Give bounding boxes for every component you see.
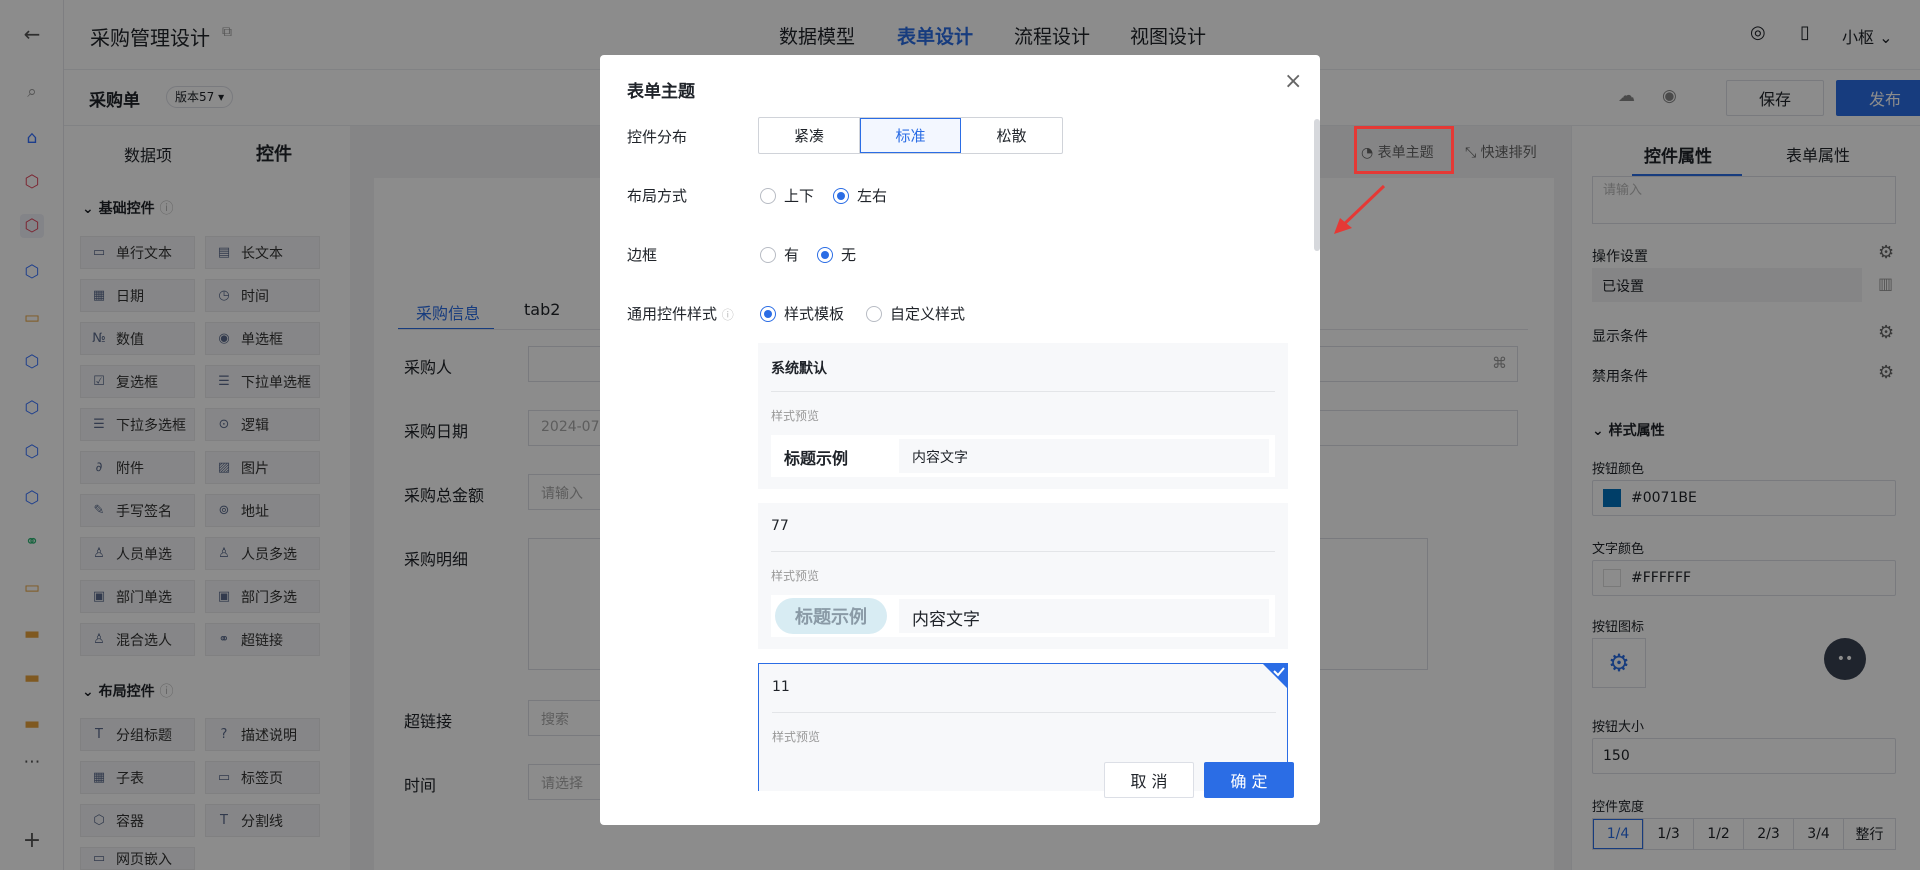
theme-name: 77 <box>771 518 789 534</box>
radio-label: 自定义样式 <box>890 305 966 323</box>
cancel-button[interactable]: 取 消 <box>1104 762 1194 798</box>
preview-sample: 标题示例 内容文字 <box>771 595 1275 637</box>
border-label: 边框 <box>627 246 658 264</box>
distribution-segment: 紧凑 标准 松散 <box>758 117 1063 154</box>
annotation-arrow-icon <box>1334 184 1386 234</box>
dist-option-loose[interactable]: 松散 <box>961 118 1062 153</box>
border-radio-yes[interactable]: 有 <box>760 244 799 265</box>
theme-card-77[interactable]: 77 样式预览 标题示例 内容文字 <box>758 503 1288 649</box>
radio-checked-icon <box>833 188 849 204</box>
border-radio-no[interactable]: 无 <box>817 244 856 265</box>
highlight-box <box>1354 126 1454 174</box>
radio-label: 有 <box>784 246 800 264</box>
card-divider <box>772 712 1276 713</box>
style-label: 通用控件样式 ⓘ <box>627 303 734 324</box>
selected-check-icon <box>1262 663 1288 689</box>
sample-title: 标题示例 <box>784 449 849 468</box>
theme-card-default[interactable]: 系统默认 样式预览 标题示例 内容文字 <box>758 343 1288 489</box>
radio-icon <box>760 247 776 263</box>
dist-option-compact[interactable]: 紧凑 <box>759 118 860 153</box>
layout-radio-left-right[interactable]: 左右 <box>833 185 887 206</box>
style-radio-custom[interactable]: 自定义样式 <box>866 303 965 324</box>
dist-label: 控件分布 <box>627 128 688 146</box>
radio-label: 样式模板 <box>784 305 845 323</box>
theme-name: 系统默认 <box>771 361 827 377</box>
close-icon[interactable]: × <box>1284 69 1302 94</box>
style-label-text: 通用控件样式 <box>627 305 718 323</box>
sample-title: 标题示例 <box>775 598 887 634</box>
preview-label: 样式预览 <box>772 730 821 744</box>
radio-label: 左右 <box>857 187 888 205</box>
radio-icon <box>760 188 776 204</box>
layout-radio-top-bottom[interactable]: 上下 <box>760 185 814 206</box>
radio-label: 无 <box>841 246 857 264</box>
theme-name: 11 <box>772 679 790 695</box>
style-radio-template[interactable]: 样式模板 <box>760 303 844 324</box>
theme-modal: 表单主题 × 控件分布 紧凑 标准 松散 布局方式 上下 左右 边框 有 无 通… <box>600 55 1320 825</box>
card-divider <box>771 551 1275 552</box>
radio-label: 上下 <box>784 187 815 205</box>
help-icon: ⓘ <box>721 308 734 322</box>
sample-content: 内容文字 <box>899 599 1269 633</box>
dist-option-standard[interactable]: 标准 <box>860 118 961 153</box>
preview-label: 样式预览 <box>771 569 820 583</box>
layout-label: 布局方式 <box>627 187 688 205</box>
modal-title: 表单主题 <box>627 82 695 102</box>
preview-label: 样式预览 <box>771 409 820 423</box>
radio-checked-icon <box>817 247 833 263</box>
confirm-button[interactable]: 确 定 <box>1204 762 1294 798</box>
modal-scrollbar[interactable] <box>1314 119 1320 251</box>
radio-checked-icon <box>760 306 776 322</box>
radio-icon <box>866 306 882 322</box>
theme-card-list: 系统默认 样式预览 标题示例 内容文字 77 样式预览 标题示例 内容文字 11… <box>600 343 1310 791</box>
sample-content: 内容文字 <box>899 439 1269 473</box>
preview-sample: 标题示例 内容文字 <box>771 435 1275 477</box>
card-divider <box>771 391 1275 392</box>
